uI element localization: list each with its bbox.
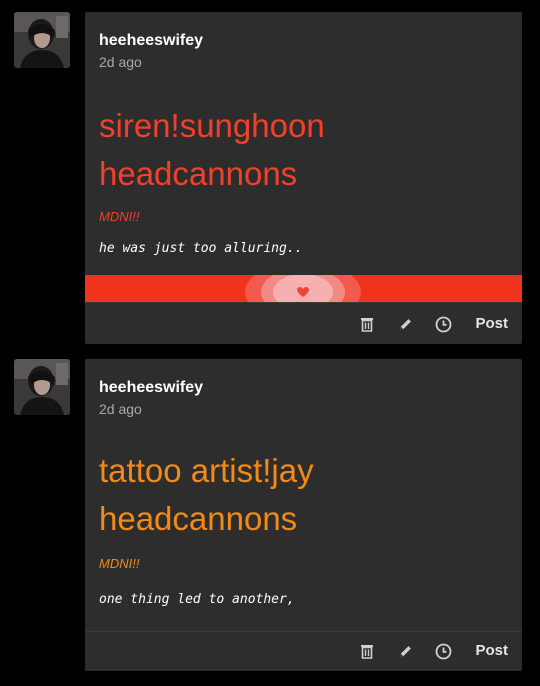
pencil-icon[interactable] — [395, 314, 415, 334]
username[interactable]: heeheeswifey — [99, 32, 203, 50]
post-card[interactable]: heeheeswifey 2d ago tattoo artist!jay he… — [85, 359, 522, 671]
pencil-icon[interactable] — [395, 641, 415, 661]
post-actions: Post — [357, 314, 508, 334]
post-title-line: siren!sunghoon — [99, 107, 325, 144]
post-timestamp: 2d ago — [99, 401, 142, 417]
clock-icon[interactable] — [433, 314, 453, 334]
post-timestamp: 2d ago — [99, 54, 142, 70]
post-excerpt: he was just too alluring.. — [99, 241, 303, 256]
avatar-photo — [14, 359, 70, 415]
post-title-line: headcannons — [99, 500, 298, 537]
avatar[interactable] — [14, 359, 70, 415]
trash-icon[interactable] — [357, 314, 377, 334]
post-title-line: tattoo artist!jay — [99, 452, 314, 489]
post-header: heeheeswifey 2d ago — [99, 379, 203, 417]
post-title[interactable]: siren!sunghoon headcannons — [99, 102, 499, 198]
banner-image — [85, 275, 522, 302]
content-warning: MDNI!! — [99, 556, 140, 571]
post-header: heeheeswifey 2d ago — [99, 32, 203, 70]
post-actions: Post — [357, 641, 508, 661]
card-divider — [85, 302, 522, 303]
post-card[interactable]: heeheeswifey 2d ago siren!sunghoon headc… — [85, 12, 522, 344]
post-feed: heeheeswifey 2d ago siren!sunghoon headc… — [0, 0, 540, 686]
post-button[interactable]: Post — [475, 314, 508, 334]
trash-icon[interactable] — [357, 641, 377, 661]
content-warning: MDNI!! — [99, 209, 140, 224]
post-title[interactable]: tattoo artist!jay headcannons — [99, 447, 499, 543]
card-divider — [85, 631, 522, 632]
clock-icon[interactable] — [433, 641, 453, 661]
username[interactable]: heeheeswifey — [99, 379, 203, 397]
post-title-line: headcannons — [99, 155, 298, 192]
post-excerpt: one thing led to another, — [99, 592, 295, 607]
avatar[interactable] — [14, 12, 70, 68]
post-button[interactable]: Post — [475, 641, 508, 661]
banner-image — [85, 626, 522, 630]
avatar-photo — [14, 12, 70, 68]
